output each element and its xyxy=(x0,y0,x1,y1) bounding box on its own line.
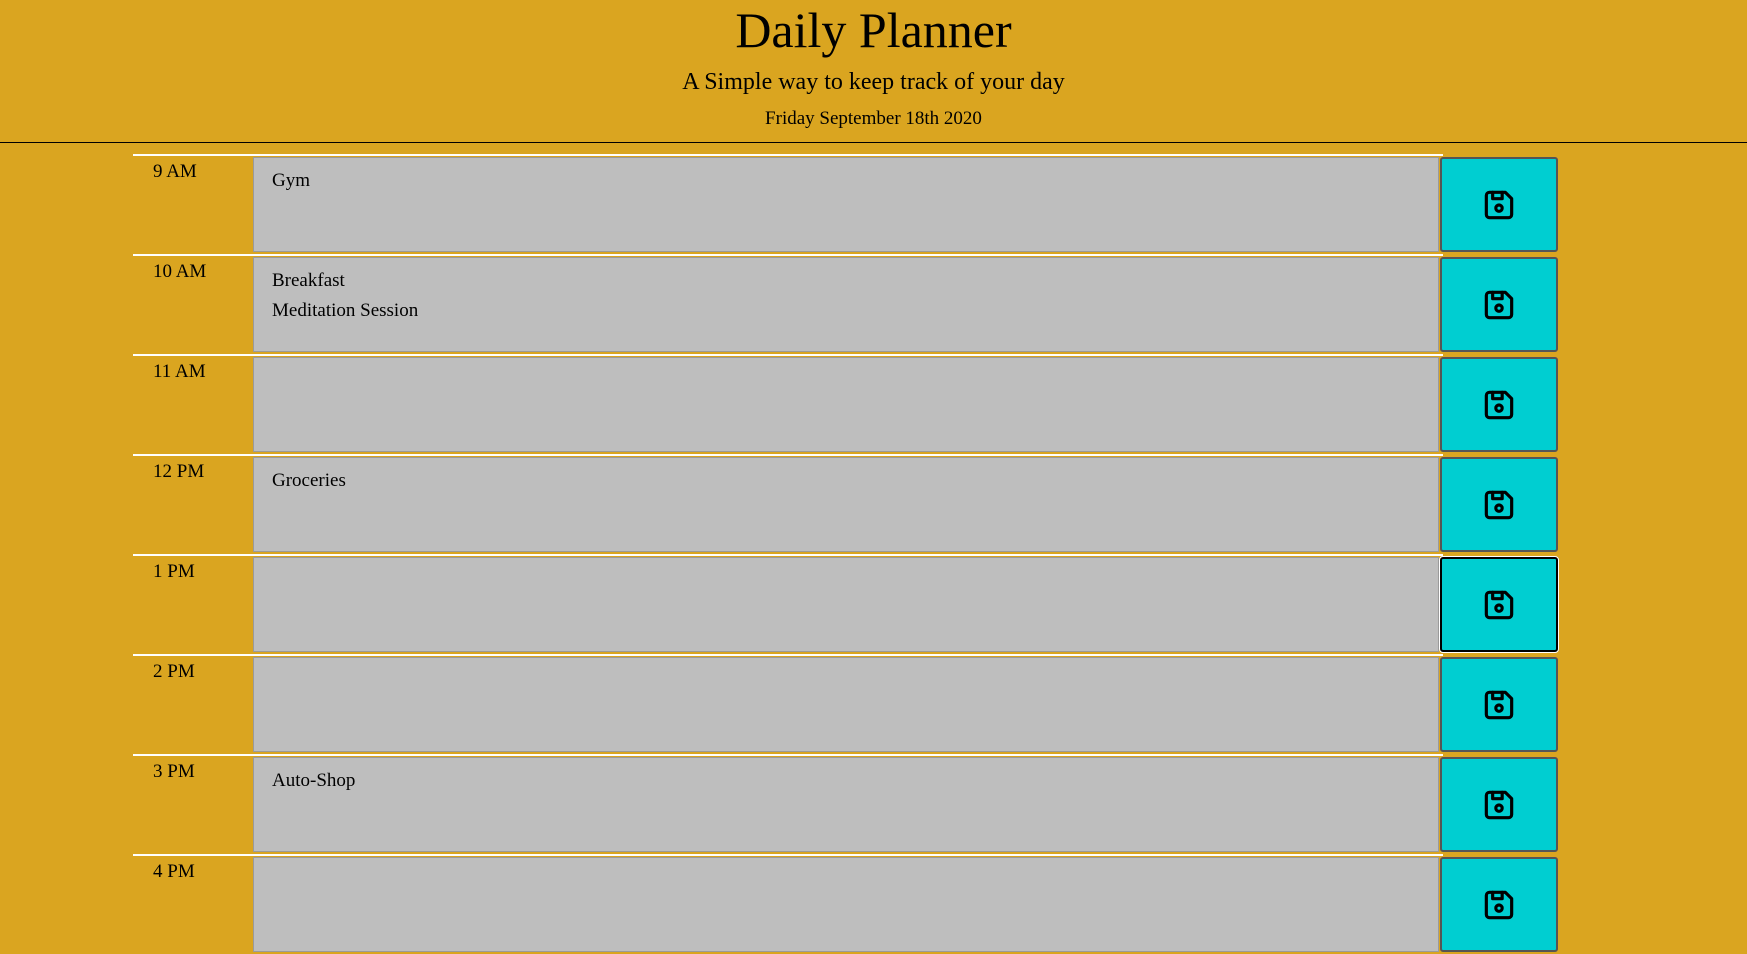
save-button[interactable] xyxy=(1440,157,1558,252)
hour-label: 12 PM xyxy=(153,461,205,482)
floppy-disk-icon xyxy=(1484,890,1514,919)
time-block-row: 10 AM Breakfast Meditation Session xyxy=(133,254,1560,354)
time-block-row: 1 PM xyxy=(133,554,1560,654)
save-button[interactable] xyxy=(1440,657,1558,752)
task-textarea[interactable]: Auto-Shop xyxy=(253,757,1439,852)
hour-label: 10 AM xyxy=(153,261,207,282)
time-block-row: 2 PM xyxy=(133,654,1560,754)
planner-container: 9 AM Gym 10 AM Breakfast Meditation Sess… xyxy=(133,154,1560,954)
save-button[interactable] xyxy=(1440,757,1558,852)
task-textarea[interactable] xyxy=(253,357,1439,452)
hour-label: 1 PM xyxy=(153,561,195,582)
hour-label: 2 PM xyxy=(153,661,195,682)
floppy-disk-icon xyxy=(1484,190,1514,219)
save-button[interactable] xyxy=(1440,257,1558,352)
floppy-disk-icon xyxy=(1484,790,1514,819)
time-block-row: 9 AM Gym xyxy=(133,154,1560,254)
hour-label: 3 PM xyxy=(153,761,195,782)
time-block-row: 11 AM xyxy=(133,354,1560,454)
floppy-disk-icon xyxy=(1484,290,1514,319)
save-button[interactable] xyxy=(1440,857,1558,952)
task-textarea[interactable]: Groceries xyxy=(253,457,1439,552)
time-block-row: 4 PM xyxy=(133,854,1560,954)
floppy-disk-icon xyxy=(1484,690,1514,719)
hour-label: 11 AM xyxy=(153,361,206,382)
task-textarea[interactable] xyxy=(253,557,1439,652)
time-block-row: 3 PM Auto-Shop xyxy=(133,754,1560,854)
save-button[interactable] xyxy=(1440,357,1558,452)
floppy-disk-icon xyxy=(1484,590,1514,619)
header: Daily Planner A Simple way to keep track… xyxy=(0,0,1747,143)
save-button[interactable] xyxy=(1440,557,1558,652)
current-date: Friday September 18th 2020 xyxy=(765,108,982,129)
save-button[interactable] xyxy=(1440,457,1558,552)
task-textarea[interactable]: Breakfast Meditation Session xyxy=(253,257,1439,352)
page-title: Daily Planner xyxy=(735,2,1012,58)
floppy-disk-icon xyxy=(1484,490,1514,519)
task-textarea[interactable]: Gym xyxy=(253,157,1439,252)
time-block-row: 12 PM Groceries xyxy=(133,454,1560,554)
floppy-disk-icon xyxy=(1484,390,1514,419)
hour-label: 9 AM xyxy=(153,161,197,182)
page-subtitle: A Simple way to keep track of your day xyxy=(682,69,1065,95)
task-textarea[interactable] xyxy=(253,857,1439,952)
task-textarea[interactable] xyxy=(253,657,1439,752)
hour-label: 4 PM xyxy=(153,861,195,882)
